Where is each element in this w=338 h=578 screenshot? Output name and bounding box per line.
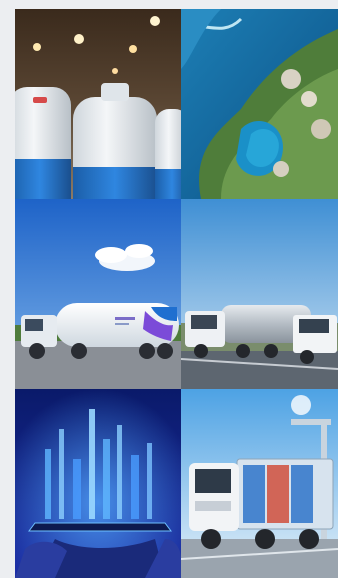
gallery-tile-gas-cylinders[interactable] <box>15 9 181 199</box>
gallery-tile-gas-tanker[interactable] <box>15 199 181 389</box>
delivery-truck-image <box>181 389 338 578</box>
smart-city-hands-image <box>15 389 181 578</box>
gallery-tile-tanker-fleet[interactable] <box>181 199 338 389</box>
gas-tanker-truck-image <box>15 199 181 389</box>
island-aerial-image <box>181 9 338 199</box>
image-gallery <box>15 9 338 578</box>
gas-cylinders-image <box>15 9 181 199</box>
gallery-tile-delivery-truck[interactable] <box>181 389 338 578</box>
gallery-tile-island-aerial[interactable] <box>181 9 338 199</box>
tanker-fleet-image <box>181 199 338 389</box>
gallery-tile-smart-city[interactable] <box>15 389 181 578</box>
